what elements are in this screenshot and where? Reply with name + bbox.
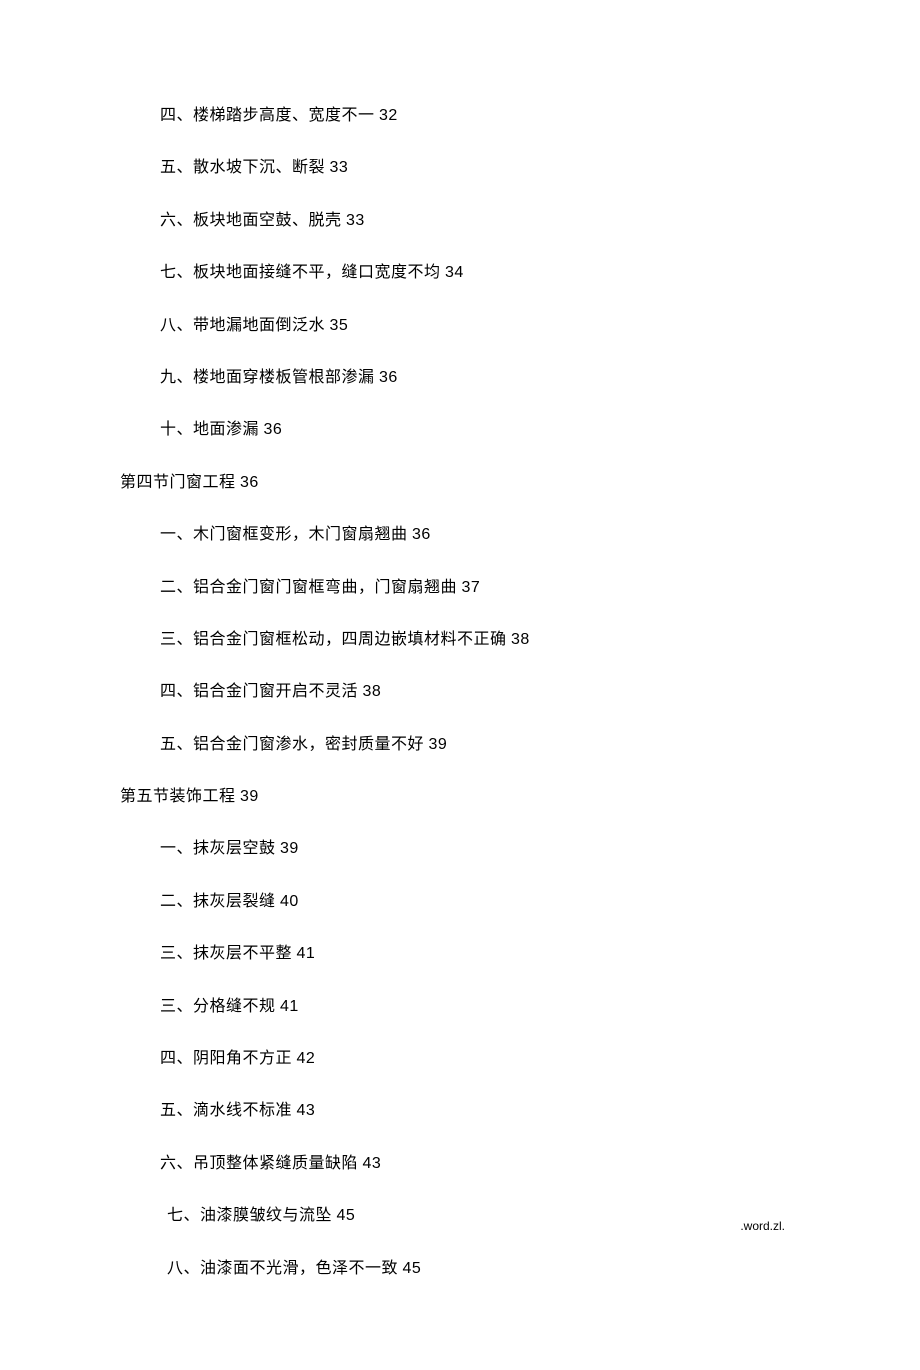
toc-entry: 四、阴阳角不方正 42: [120, 1048, 800, 1070]
toc-page: 43: [363, 1155, 382, 1172]
toc-text: 五、滴水线不标准: [160, 1102, 297, 1119]
toc-page: 33: [330, 159, 349, 176]
toc-page: 35: [330, 317, 349, 334]
toc-text: 四、铝合金门窗开启不灵活: [160, 683, 363, 700]
toc-text: 七、油漆膜皱纹与流坠: [167, 1207, 337, 1224]
toc-text: 八、带地漏地面倒泛水: [160, 317, 330, 334]
toc-entry: 一、木门窗框变形，木门窗扇翘曲 36: [120, 524, 800, 546]
toc-page: 39: [429, 736, 448, 753]
toc-entry: 三、分格缝不规 41: [120, 996, 800, 1018]
toc-page: 36: [412, 526, 431, 543]
toc-entry: 八、油漆面不光滑，色泽不一致 45: [120, 1258, 800, 1280]
toc-section-heading: 第四节门窗工程 36: [120, 472, 800, 494]
document-page: 四、楼梯踏步高度、宽度不一 32 五、散水坡下沉、断裂 33 六、板块地面空鼓、…: [0, 0, 920, 1370]
toc-page: 38: [511, 631, 530, 648]
toc-text: 三、铝合金门窗框松动，四周边嵌填材料不正确: [160, 631, 511, 648]
toc-page: 41: [280, 998, 299, 1015]
toc-entry: 五、散水坡下沉、断裂 33: [120, 157, 800, 179]
toc-text: 四、楼梯踏步高度、宽度不一: [160, 107, 379, 124]
toc-entry: 十、地面渗漏 36: [120, 419, 800, 441]
toc-text: 第五节装饰工程: [120, 788, 240, 805]
toc-entry: 六、吊顶整体紧缝质量缺陷 43: [120, 1153, 800, 1175]
toc-text: 九、楼地面穿楼板管根部渗漏: [160, 369, 379, 386]
toc-text: 二、铝合金门窗门窗框弯曲，门窗扇翘曲: [160, 579, 462, 596]
toc-page: 43: [297, 1102, 316, 1119]
toc-entry: 六、板块地面空鼓、脱壳 33: [120, 210, 800, 232]
toc-text: 五、散水坡下沉、断裂: [160, 159, 330, 176]
toc-page: 45: [337, 1207, 356, 1224]
toc-text: 十、地面渗漏: [160, 421, 264, 438]
toc-entry: 四、楼梯踏步高度、宽度不一 32: [120, 105, 800, 127]
toc-text: 一、木门窗框变形，木门窗扇翘曲: [160, 526, 412, 543]
toc-text: 六、板块地面空鼓、脱壳: [160, 212, 346, 229]
toc-entry: 三、铝合金门窗框松动，四周边嵌填材料不正确 38: [120, 629, 800, 651]
toc-text: 四、阴阳角不方正: [160, 1050, 297, 1067]
toc-entry: 八、带地漏地面倒泛水 35: [120, 315, 800, 337]
toc-page: 38: [363, 683, 382, 700]
toc-page: 39: [240, 788, 259, 805]
toc-entry: 七、油漆膜皱纹与流坠 45: [120, 1205, 800, 1227]
toc-page: 36: [240, 474, 259, 491]
toc-text: 二、抹灰层裂缝: [160, 893, 280, 910]
toc-page: 36: [379, 369, 398, 386]
footer-text: .word.zl.: [740, 1219, 785, 1233]
toc-entry: 二、抹灰层裂缝 40: [120, 891, 800, 913]
toc-text: 六、吊顶整体紧缝质量缺陷: [160, 1155, 363, 1172]
toc-entry: 四、铝合金门窗开启不灵活 38: [120, 681, 800, 703]
toc-entry: 二、铝合金门窗门窗框弯曲，门窗扇翘曲 37: [120, 577, 800, 599]
toc-text: 五、铝合金门窗渗水，密封质量不好: [160, 736, 429, 753]
toc-page: 32: [379, 107, 398, 124]
toc-entry: 三、抹灰层不平整 41: [120, 943, 800, 965]
toc-text: 一、抹灰层空鼓: [160, 840, 280, 857]
toc-entry: 九、楼地面穿楼板管根部渗漏 36: [120, 367, 800, 389]
toc-section-heading: 第五节装饰工程 39: [120, 786, 800, 808]
toc-entry: 五、滴水线不标准 43: [120, 1100, 800, 1122]
toc-entry: 七、板块地面接缝不平，缝口宽度不均 34: [120, 262, 800, 284]
toc-page: 41: [297, 945, 316, 962]
toc-text: 三、抹灰层不平整: [160, 945, 297, 962]
toc-text: 七、板块地面接缝不平，缝口宽度不均: [160, 264, 445, 281]
toc-page: 45: [403, 1260, 422, 1277]
toc-text: 八、油漆面不光滑，色泽不一致: [167, 1260, 403, 1277]
toc-page: 39: [280, 840, 299, 857]
toc-entry: 一、抹灰层空鼓 39: [120, 838, 800, 860]
toc-page: 36: [264, 421, 283, 438]
toc-page: 33: [346, 212, 365, 229]
toc-page: 42: [297, 1050, 316, 1067]
toc-page: 34: [445, 264, 464, 281]
toc-text: 三、分格缝不规: [160, 998, 280, 1015]
toc-page: 37: [462, 579, 481, 596]
toc-entry: 五、铝合金门窗渗水，密封质量不好 39: [120, 734, 800, 756]
toc-page: 40: [280, 893, 299, 910]
toc-text: 第四节门窗工程: [120, 474, 240, 491]
